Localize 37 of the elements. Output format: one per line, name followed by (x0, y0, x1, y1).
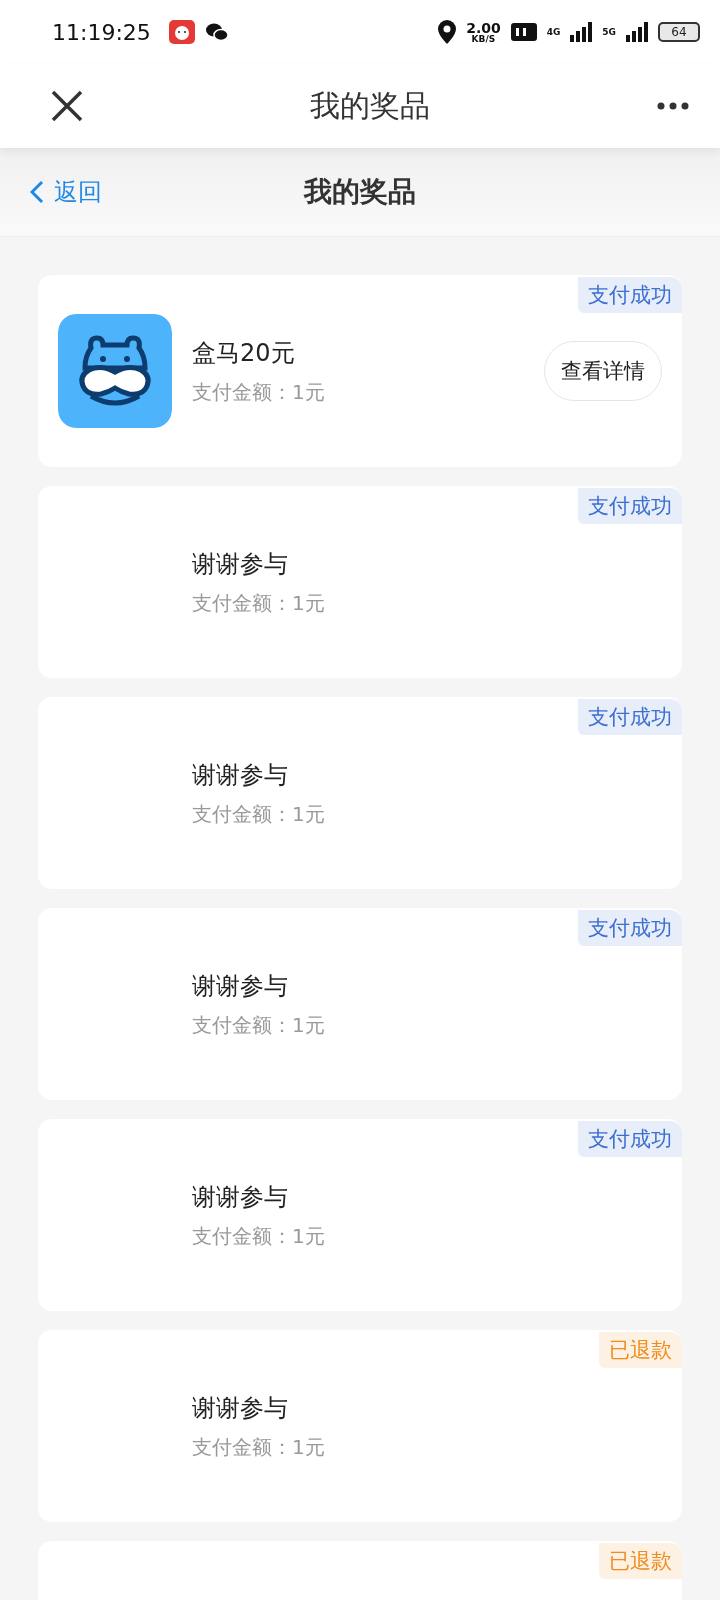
speed-unit: KB/S (471, 34, 496, 44)
status-badge: 支付成功 (578, 277, 682, 313)
app-notification-icon (168, 20, 195, 44)
prize-title: 谢谢参与 (192, 970, 288, 1002)
details-button[interactable]: 查看详情 (544, 341, 662, 401)
payment-amount: 支付金额：1元 (192, 1011, 325, 1039)
prize-title: 谢谢参与 (192, 759, 288, 791)
prize-title: 谢谢参与 (192, 1181, 288, 1213)
page-title: 我的奖品 (310, 87, 430, 123)
signal-icon (626, 22, 648, 42)
battery-level: 64 (658, 22, 700, 42)
prize-title: 谢谢参与 (192, 1392, 288, 1424)
location-icon (438, 20, 457, 44)
signal-icon (570, 22, 593, 42)
hippo-logo-icon (58, 314, 172, 428)
header-title: 我的奖品 (304, 175, 416, 208)
status-badge: 已退款 (599, 1543, 682, 1579)
more-icon[interactable] (656, 101, 690, 111)
payment-amount: 支付金额：1元 (192, 378, 325, 406)
network-speed: 2.00 (466, 20, 501, 35)
network-type: 4G (546, 27, 561, 37)
payment-amount: 支付金额：1元 (192, 589, 325, 617)
status-badge: 已退款 (599, 1332, 682, 1368)
chat-icon (204, 22, 229, 42)
network-type: 5G (602, 27, 616, 37)
close-icon[interactable] (50, 89, 84, 123)
back-icon (30, 180, 44, 204)
prize-title: 谢谢参与 (192, 548, 288, 580)
payment-amount: 支付金额：1元 (192, 1433, 325, 1461)
status-badge: 支付成功 (578, 910, 682, 946)
prize-title: 盒马20元 (192, 337, 295, 369)
clock: 11:19:25 (52, 19, 151, 45)
payment-amount: 支付金额：1元 (192, 800, 325, 828)
status-badge: 支付成功 (578, 488, 682, 524)
status-badge: 支付成功 (578, 1121, 682, 1157)
payment-amount: 支付金额：1元 (192, 1222, 325, 1250)
status-badge: 支付成功 (578, 699, 682, 735)
